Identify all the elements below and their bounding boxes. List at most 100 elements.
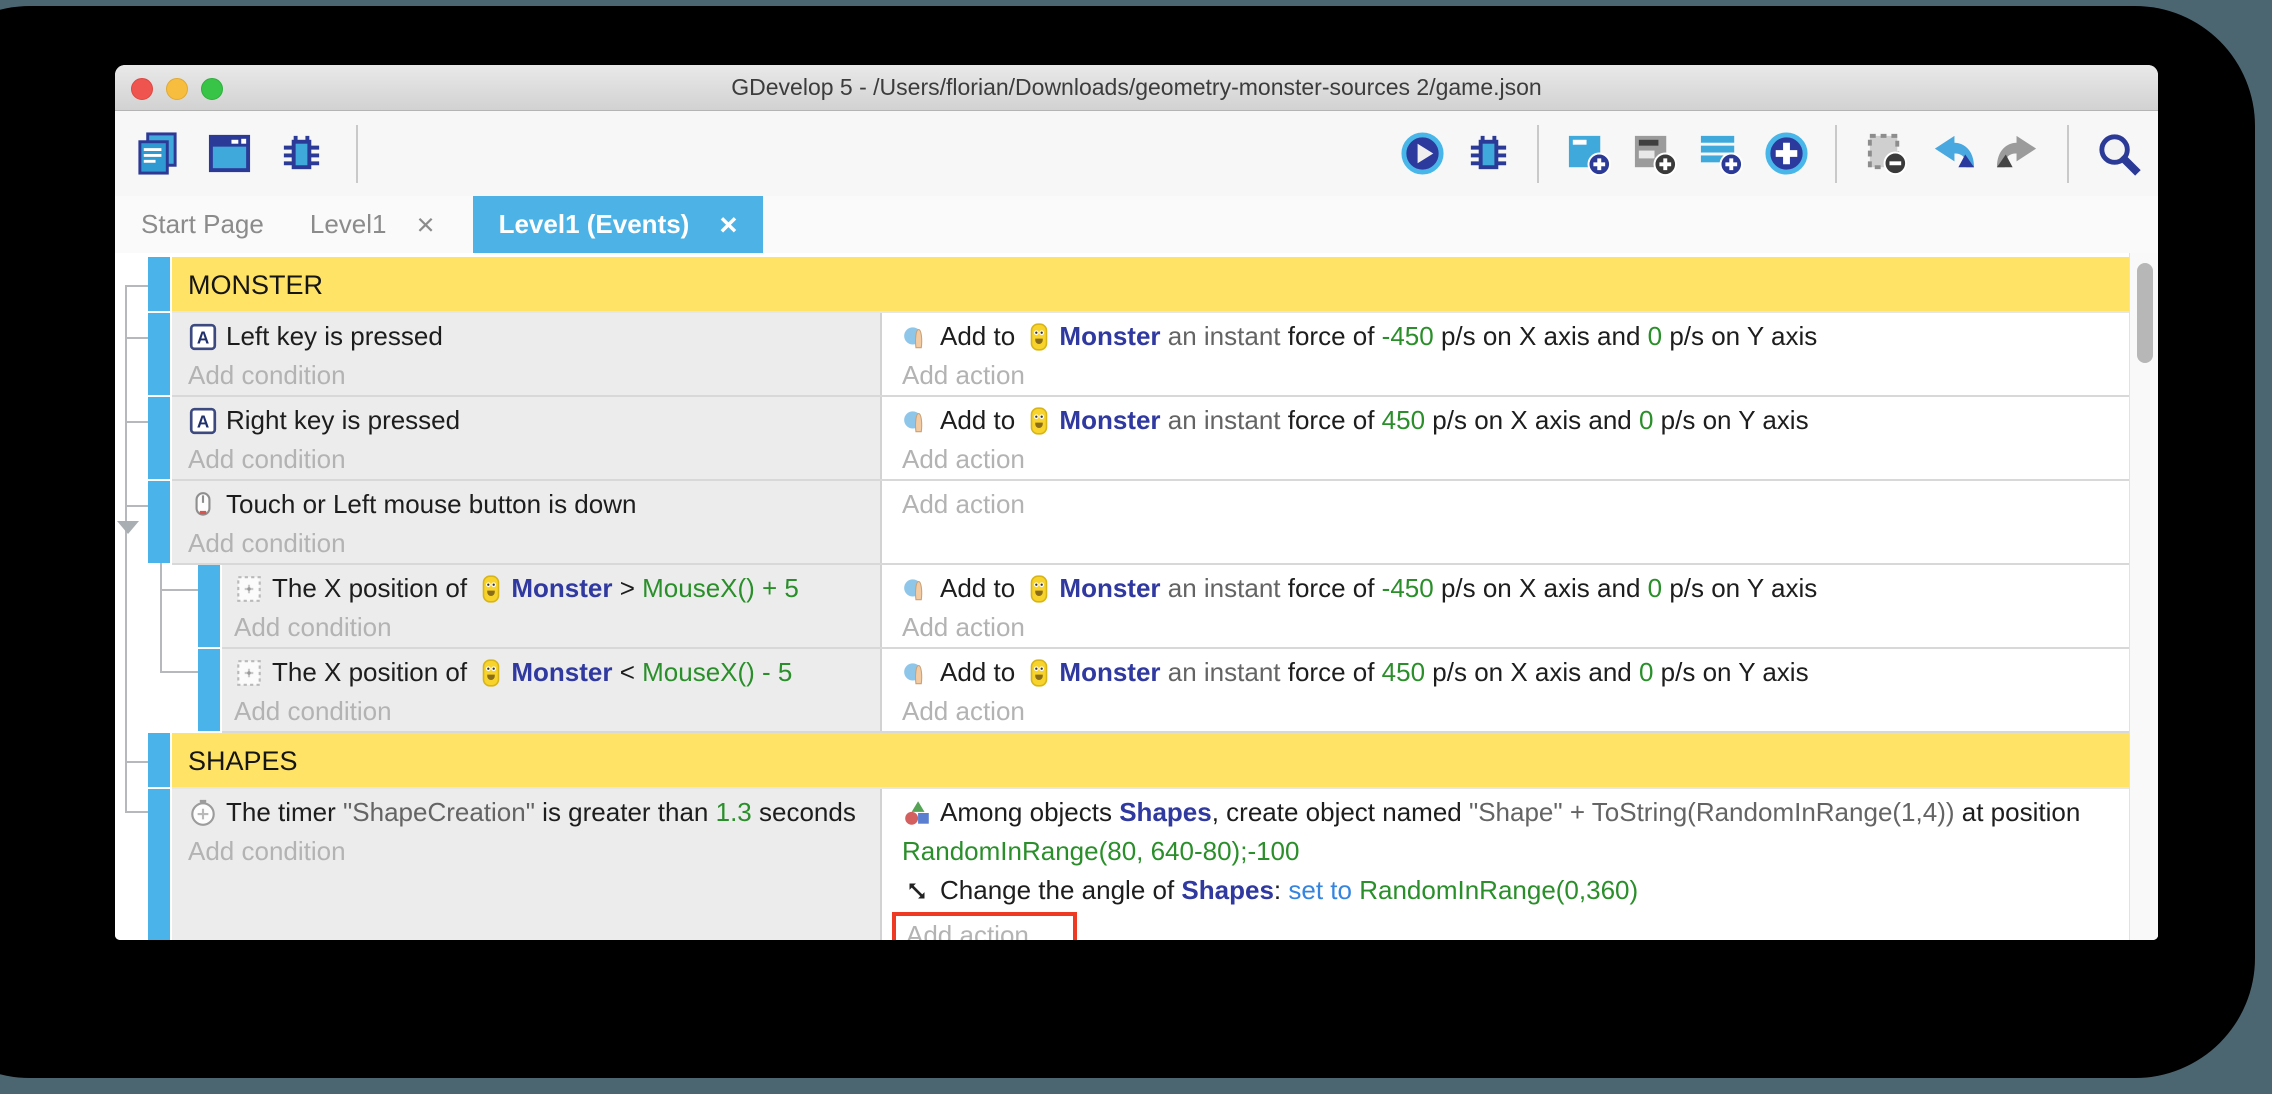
force-icon [902,574,932,604]
add-condition-link[interactable]: Add condition [234,692,862,731]
add-condition-link[interactable]: Add condition [188,356,862,395]
remove-event-icon [1863,130,1910,177]
tab-start-page[interactable]: Start Page [133,196,272,253]
tab-level1[interactable]: Level1× [302,196,443,253]
add-event-icon [1565,130,1612,177]
text-segment: -450 [1382,573,1434,603]
condition-cell[interactable]: The X position of Monster > MouseX() + 5… [222,565,882,647]
text-segment: force of [1288,657,1382,687]
angle-icon [902,876,932,906]
action-text[interactable]: Among objects Shapes, create object name… [902,793,2120,871]
titlebar: GDevelop 5 - /Users/florian/Downloads/ge… [115,65,2158,111]
toolbar-divider [2067,125,2069,183]
action-cell[interactable]: Add to Monster an instant force of -450 … [882,313,2130,395]
event-selection-bar [148,257,170,311]
text-segment: p/s on X axis and [1425,405,1639,435]
text-segment: Monster [1059,405,1160,435]
add-condition-link[interactable]: Add condition [188,832,862,871]
gdevelop-window: GDevelop 5 - /Users/florian/Downloads/ge… [115,65,2158,940]
action-text[interactable]: Change the angle of Shapes: set to Rando… [902,871,2120,910]
monster-icon [1024,658,1054,688]
text-segment: set to [1288,875,1352,905]
tree-line [125,505,148,507]
add-action-link[interactable]: Add action [902,440,2120,479]
tree-line [125,421,148,423]
monster-icon [1024,322,1054,352]
tab-close-icon[interactable]: × [719,209,737,240]
action-cell[interactable]: Add to Monster an instant force of 450 p… [882,649,2130,731]
undo-button[interactable] [1926,129,1978,179]
action-cell[interactable]: Add to Monster an instant force of 450 p… [882,397,2130,479]
condition-cell[interactable]: ALeft key is pressed Add condition [172,313,882,395]
event-selection-bar [148,481,170,563]
tree-line [125,811,148,813]
scene-editor-icon [206,130,253,177]
add-comment-button[interactable] [1694,129,1746,179]
text-segment: MouseX() + 5 [642,573,799,603]
text-segment: Change the angle of [940,875,1181,905]
group-header-monster[interactable]: MONSTER [172,257,2130,313]
event-selection-bar [198,649,220,731]
toolbar-right-group [1396,125,2144,183]
collapse-triangle-icon[interactable] [117,521,139,534]
condition-cell[interactable]: ARight key is pressed Add condition [172,397,882,479]
event-selection-bar [148,789,170,940]
condition-text[interactable]: Touch or Left mouse button is down [188,485,862,524]
project-manager-button[interactable] [131,129,183,179]
action-text[interactable]: Add to Monster an instant force of 450 p… [902,401,2120,440]
add-event-button[interactable] [1562,129,1614,179]
add-condition-link[interactable]: Add condition [188,524,862,563]
action-cell[interactable]: Add to Monster an instant force of -450 … [882,565,2130,647]
action-cell[interactable]: Add action [882,481,2130,563]
condition-cell[interactable]: The X position of Monster < MouseX() - 5… [222,649,882,731]
add-condition-link[interactable]: Add condition [188,440,862,479]
text-segment: 450 [1382,657,1425,687]
condition-text[interactable]: ARight key is pressed [188,401,862,440]
condition-text[interactable]: ALeft key is pressed [188,317,862,356]
condition-text[interactable]: The X position of Monster > MouseX() + 5 [234,569,862,608]
condition-cell[interactable]: Touch or Left mouse button is down Add c… [172,481,882,563]
add-action-link[interactable]: Add action [902,485,2120,524]
search-icon [2095,130,2142,177]
remove-event-button[interactable] [1860,129,1912,179]
text-segment: Right key is pressed [226,405,460,435]
action-text[interactable]: Add to Monster an instant force of -450 … [902,317,2120,356]
condition-text[interactable]: The X position of Monster < MouseX() - 5 [234,653,862,692]
debug-button[interactable] [1462,129,1514,179]
event-rows: MONSTER ALeft key is pressed Add conditi… [172,257,2130,940]
position-icon [234,574,264,604]
mouse-icon [188,490,218,520]
event-selection-bar [198,565,220,647]
scrollbar-track[interactable] [2129,253,2158,940]
action-cell[interactable]: Among objects Shapes, create object name… [882,789,2130,940]
tab-close-icon[interactable]: × [416,209,434,240]
scene-editor-button[interactable] [203,129,255,179]
undo-icon [1929,130,1976,177]
add-action-link[interactable]: Add action [902,356,2120,395]
debug-icon [278,130,325,177]
add-condition-link[interactable]: Add condition [234,608,862,647]
condition-text[interactable]: The timer "ShapeCreation" is greater tha… [188,793,862,832]
add-new-button[interactable] [1760,129,1812,179]
add-action-link[interactable]: Add action [902,608,2120,647]
play-button[interactable] [1396,129,1448,179]
event-selection-bar [148,733,170,787]
condition-cell[interactable]: The timer "ShapeCreation" is greater tha… [172,789,882,940]
action-text[interactable]: Add to Monster an instant force of -450 … [902,569,2120,608]
redo-button[interactable] [1992,129,2044,179]
redo-icon [1995,130,2042,177]
debug-button[interactable] [275,129,327,179]
text-segment: p/s on X axis and [1434,573,1648,603]
add-subevent-button[interactable] [1628,129,1680,179]
add-new-icon [1763,130,1810,177]
add-action-link[interactable]: Add action [902,692,2120,731]
group-header-shapes[interactable]: SHAPES [172,733,2130,789]
search-button[interactable] [2092,129,2144,179]
text-segment: Touch or Left mouse button is down [226,489,636,519]
add-action-link[interactable]: Add action [906,920,1029,940]
action-text[interactable]: Add to Monster an instant force of 450 p… [902,653,2120,692]
scrollbar-thumb[interactable] [2137,263,2153,363]
tab-level1-events-[interactable]: Level1 (Events)× [473,196,764,253]
text-segment: RandomInRange(80, 640-80);-100 [902,836,1299,866]
text-segment: is greater than [535,797,716,827]
